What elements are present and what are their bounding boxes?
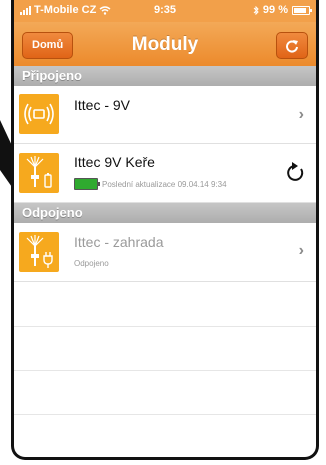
screen: T-Mobile CZ 9:35 99 % Domů Moduly Připoj… bbox=[14, 0, 316, 457]
module-row[interactable]: Ittec - 9V › bbox=[14, 86, 316, 144]
battery-percent: 99 % bbox=[262, 4, 288, 16]
battery-level-indicator bbox=[74, 178, 100, 190]
chevron-right-icon: › bbox=[298, 242, 304, 259]
row-separator bbox=[14, 370, 316, 371]
wireless-module-icon bbox=[24, 103, 54, 125]
module-status: Odpojeno bbox=[74, 259, 109, 268]
row-separator bbox=[14, 414, 316, 415]
module-name: Ittec 9V Keře bbox=[74, 154, 155, 170]
status-bar: T-Mobile CZ 9:35 99 % bbox=[14, 0, 316, 22]
module-status: Poslední aktualizace 09.04.14 9:34 bbox=[102, 180, 227, 189]
refresh-icon bbox=[286, 39, 298, 53]
section-header-connected: Připojeno bbox=[14, 66, 316, 86]
phone-frame: T-Mobile CZ 9:35 99 % Domů Moduly Připoj… bbox=[11, 0, 319, 460]
row-separator bbox=[14, 326, 316, 327]
refresh-icon[interactable] bbox=[286, 161, 306, 183]
battery-icon bbox=[292, 5, 312, 15]
refresh-button[interactable] bbox=[276, 32, 308, 59]
battery-info: 99 % bbox=[253, 4, 312, 16]
module-tile-icon bbox=[19, 232, 59, 272]
nav-bar: Domů Moduly bbox=[14, 22, 316, 67]
sprinkler-plug-icon bbox=[26, 235, 53, 268]
module-tile-icon bbox=[19, 153, 59, 193]
section-header-disconnected: Odpojeno bbox=[14, 203, 316, 223]
module-row[interactable]: Ittec 9V Keře Poslední aktualizace 09.04… bbox=[14, 144, 316, 203]
sprinkler-battery-icon bbox=[26, 156, 52, 188]
page-title: Moduly bbox=[131, 34, 199, 55]
module-name: Ittec - zahrada bbox=[74, 234, 164, 250]
chevron-right-icon: › bbox=[298, 106, 304, 123]
module-tile-icon bbox=[19, 94, 59, 134]
module-name: Ittec - 9V bbox=[74, 97, 131, 113]
module-row[interactable]: Ittec - zahrada Odpojeno › bbox=[14, 223, 316, 282]
bluetooth-icon bbox=[253, 5, 259, 15]
